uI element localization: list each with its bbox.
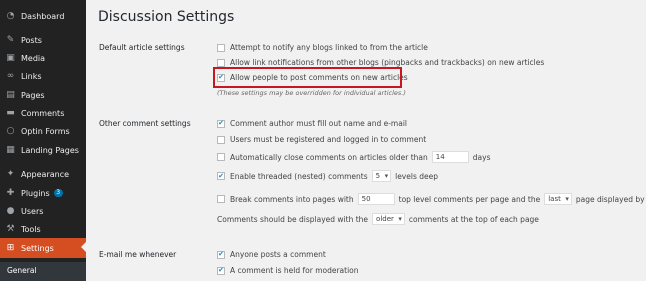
email-held-moderation-checkbox[interactable] (217, 266, 225, 275)
option-link-notifications[interactable]: Allow link notifications from other blog… (217, 58, 544, 67)
option-break-pages[interactable]: Break comments into pages with 50 top le… (217, 193, 646, 205)
update-count-badge: 3 (53, 189, 63, 197)
option-label: Users must be registered and logged in t… (230, 135, 427, 144)
submenu-item-general[interactable]: General (7, 266, 37, 275)
sidebar-item-appearance[interactable]: ✦ Appearance (0, 165, 86, 183)
sidebar-item-plugins[interactable]: ✚ Plugins 3 (0, 184, 86, 202)
sidebar-item-tools[interactable]: ⚒ Tools (0, 220, 86, 238)
option-label: Break comments into pages with (230, 194, 354, 204)
option-label: days (472, 152, 491, 162)
sidebar-item-label: Tools (21, 224, 41, 234)
admin-sidebar: ◔ Dashboard ✎ Posts ▣ Media ∞ Links ▤ Pa… (0, 0, 86, 281)
option-label: A comment is held for moderation (230, 266, 359, 275)
main-content: Discussion Settings Default article sett… (86, 0, 646, 281)
plugins-icon: ✚ (6, 187, 15, 198)
optin-icon: ○ (6, 125, 15, 136)
option-label: Enable threaded (nested) comments (230, 171, 368, 181)
email-anyone-posts-checkbox[interactable] (217, 250, 225, 259)
settings-submenu: General (0, 262, 86, 281)
option-email-held-moderation[interactable]: A comment is held for moderation (217, 266, 359, 275)
default-page-select[interactable]: last (544, 193, 572, 205)
settings-icon: ⊞ (6, 242, 15, 253)
landing-pages-icon: ▦ (6, 144, 15, 155)
sidebar-item-label: Dashboard (21, 11, 65, 21)
sidebar-item-label: Pages (21, 90, 45, 100)
sidebar-item-label: Optin Forms (21, 126, 70, 136)
option-label: Comments should be displayed with the (217, 214, 369, 224)
break-pages-checkbox[interactable] (217, 195, 225, 203)
media-icon: ▣ (6, 52, 15, 63)
sidebar-item-optin-forms[interactable]: ○ Optin Forms (0, 122, 86, 140)
page-title: Discussion Settings (98, 9, 235, 25)
sidebar-item-label: Appearance (21, 169, 70, 179)
sidebar-item-media[interactable]: ▣ Media (0, 49, 86, 67)
sidebar-item-label: Media (21, 53, 46, 63)
link-notifications-checkbox[interactable] (217, 58, 225, 67)
option-notify-blogs[interactable]: Attempt to notify any blogs linked to fr… (217, 43, 428, 52)
option-label: top level comments per page and the (398, 194, 541, 204)
threaded-checkbox[interactable] (217, 172, 225, 180)
option-auto-close[interactable]: Automatically close comments on articles… (217, 151, 490, 163)
sidebar-item-label: Landing Pages (21, 145, 79, 155)
option-label: Comment author must fill out name and e-… (230, 119, 408, 128)
sidebar-item-pages[interactable]: ▤ Pages (0, 86, 86, 104)
option-label: comments at the top of each page (408, 214, 539, 224)
links-icon: ∞ (6, 70, 15, 81)
sidebar-item-label: Settings (21, 243, 54, 253)
sidebar-item-settings[interactable]: ⊞ Settings (0, 238, 86, 258)
sidebar-item-label: Plugins (21, 188, 50, 198)
pages-icon: ▤ (6, 89, 15, 100)
option-comment-order: Comments should be displayed with the ol… (217, 213, 539, 225)
auto-close-days-input[interactable]: 14 (431, 151, 469, 163)
appearance-icon: ✦ (6, 168, 15, 179)
override-note: (These settings may be overridden for in… (217, 89, 406, 97)
users-icon: ● (6, 205, 15, 216)
sidebar-item-links[interactable]: ∞ Links (0, 67, 86, 85)
option-threaded[interactable]: Enable threaded (nested) comments 5 leve… (217, 170, 438, 182)
author-fill-checkbox[interactable] (217, 119, 225, 128)
sidebar-item-label: Posts (21, 35, 42, 45)
comments-icon: ▬ (6, 107, 15, 118)
sidebar-item-landing-pages[interactable]: ▦ Landing Pages (0, 141, 86, 159)
dashboard-icon: ◔ (6, 10, 15, 21)
option-label: Automatically close comments on articles… (230, 152, 428, 162)
option-label: Allow link notifications from other blog… (230, 58, 545, 67)
comments-per-page-input[interactable]: 50 (357, 193, 395, 205)
auto-close-checkbox[interactable] (217, 153, 225, 161)
option-author-fill[interactable]: Comment author must fill out name and e-… (217, 119, 407, 128)
default-article-settings-label: Default article settings (99, 43, 185, 52)
sidebar-item-dashboard[interactable]: ◔ Dashboard (0, 7, 86, 25)
option-label: Attempt to notify any blogs linked to fr… (230, 43, 428, 52)
option-email-anyone-posts[interactable]: Anyone posts a comment (217, 250, 326, 259)
email-me-whenever-label: E-mail me whenever (99, 250, 177, 259)
sidebar-item-comments[interactable]: ▬ Comments (0, 104, 86, 122)
comment-order-select[interactable]: older (372, 213, 405, 225)
tools-icon: ⚒ (6, 223, 15, 234)
other-comment-settings-label: Other comment settings (99, 119, 191, 128)
option-label: page displayed by default (575, 194, 646, 204)
option-label: Anyone posts a comment (230, 250, 326, 259)
threaded-levels-select[interactable]: 5 (371, 170, 392, 182)
sidebar-item-posts[interactable]: ✎ Posts (0, 31, 86, 49)
option-label: levels deep (395, 171, 438, 181)
registered-checkbox[interactable] (217, 135, 225, 144)
highlight-box (213, 67, 402, 88)
notify-blogs-checkbox[interactable] (217, 43, 225, 52)
sidebar-item-label: Links (21, 71, 42, 81)
sidebar-item-users[interactable]: ● Users (0, 202, 86, 220)
option-registered[interactable]: Users must be registered and logged in t… (217, 135, 426, 144)
pin-icon: ✎ (6, 34, 15, 45)
sidebar-item-label: Comments (21, 108, 65, 118)
sidebar-item-label: Users (21, 206, 44, 216)
